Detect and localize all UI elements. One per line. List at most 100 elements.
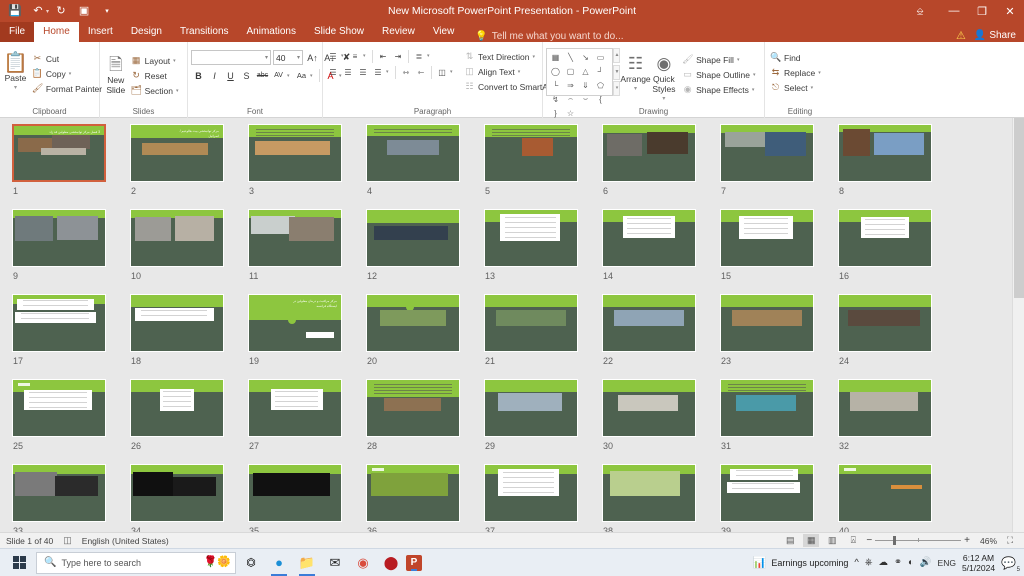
redo-icon[interactable]: ↻	[50, 1, 72, 21]
slide-thumbnail[interactable]	[720, 124, 814, 182]
task-view-icon[interactable]: ⏣	[238, 550, 264, 576]
tell-me-search[interactable]: 💡 Tell me what you want to do...	[463, 31, 623, 42]
shape-right-arrow-icon[interactable]: ⇒	[563, 78, 578, 92]
font-size-input[interactable]: 40 ▾	[273, 50, 303, 65]
shape-triangle-icon[interactable]: △	[578, 64, 593, 78]
vertical-scrollbar[interactable]	[1012, 118, 1024, 532]
font-name-input[interactable]: ▾	[191, 50, 271, 65]
language-label[interactable]: English (United States)	[82, 536, 169, 546]
select-dropdown-icon[interactable]: ▾	[811, 85, 817, 91]
replace-button[interactable]: ⇆ Replace ▾	[768, 65, 826, 80]
slide-thumbnail[interactable]	[602, 124, 696, 182]
shape-left-brace-icon[interactable]: {	[593, 92, 608, 106]
slide-thumbnail[interactable]	[720, 464, 814, 522]
align-right-icon[interactable]: ☰	[356, 65, 370, 79]
slide-thumbnail[interactable]	[130, 379, 224, 437]
tab-transitions[interactable]: Transitions	[171, 22, 238, 42]
zoom-track[interactable]	[875, 536, 962, 545]
shape-oval-icon[interactable]: ◯	[548, 64, 563, 78]
slide-thumbnail[interactable]	[838, 209, 932, 267]
replace-dropdown-icon[interactable]: ▾	[818, 70, 824, 76]
normal-view-button[interactable]: ▤	[782, 534, 798, 547]
slide-thumbnail[interactable]	[484, 209, 578, 267]
bullets-icon[interactable]: ☰	[326, 49, 340, 63]
slide-thumbnail[interactable]	[366, 294, 460, 352]
language-indicator[interactable]: ENG	[938, 558, 956, 568]
notification-center-button[interactable]: 💬 5	[1001, 556, 1020, 573]
justify-dropdown-icon[interactable]: ▾	[386, 69, 392, 75]
shape-rect-icon[interactable]: ▭	[593, 50, 608, 64]
quick-styles-dropdown-icon[interactable]: ▾	[662, 94, 665, 104]
slide-thumbnail[interactable]	[130, 209, 224, 267]
zoom-thumb[interactable]	[893, 536, 897, 545]
slide-thumbnail[interactable]	[720, 209, 814, 267]
slide-thumbnail[interactable]	[484, 124, 578, 182]
numbering-icon[interactable]: ≡	[348, 49, 362, 63]
zoom-level[interactable]: 46%	[975, 536, 997, 546]
cut-button[interactable]: ✂ Cut	[30, 51, 104, 66]
grow-font-icon[interactable]: A↑	[305, 50, 320, 65]
tab-slide-show[interactable]: Slide Show	[305, 22, 373, 42]
shape-textbox-icon[interactable]: ▦	[548, 50, 563, 64]
slide-thumbnail[interactable]	[12, 464, 106, 522]
mail-icon[interactable]: ✉	[322, 550, 348, 576]
change-case-dropdown-icon[interactable]: ▾	[310, 73, 316, 79]
volume-icon[interactable]: 🔊	[920, 557, 932, 568]
slide-thumbnail[interactable]	[602, 464, 696, 522]
shape-fill-dropdown-icon[interactable]: ▾	[737, 57, 743, 63]
file-explorer-icon[interactable]: 📁	[294, 550, 320, 576]
find-button[interactable]: 🔍 Find	[768, 50, 826, 65]
slide-thumbnail[interactable]	[720, 294, 814, 352]
quick-styles-button[interactable]: ◉ Quick Styles ▾	[651, 52, 677, 104]
network-icon[interactable]: ◐	[908, 557, 914, 568]
character-spacing-dropdown-icon[interactable]: ▾	[287, 73, 293, 79]
slide-thumbnail[interactable]: 3 فصل مرکز توانبخشی معلولین قد زاد	[12, 124, 106, 182]
increase-indent-icon[interactable]: ⇥	[391, 49, 405, 63]
slide-thumbnail[interactable]	[366, 379, 460, 437]
opera-icon[interactable]: ⬤	[378, 550, 404, 576]
copy-button[interactable]: 📋 Copy ▾	[30, 66, 104, 81]
bluetooth-icon[interactable]: ⚭	[894, 557, 902, 568]
tab-file[interactable]: File	[0, 22, 35, 42]
tab-animations[interactable]: Animations	[238, 22, 305, 42]
shape-elbow-icon[interactable]: └	[548, 78, 563, 92]
text-direction-dropdown-icon[interactable]: ▾	[533, 54, 539, 60]
align-text-dropdown-icon[interactable]: ▾	[518, 69, 524, 75]
bold-button[interactable]: B	[191, 68, 206, 83]
character-spacing-button[interactable]: AV	[271, 68, 286, 83]
slide-thumbnail[interactable]	[838, 464, 932, 522]
font-name-dropdown-icon[interactable]: ▾	[265, 54, 268, 61]
reading-view-button[interactable]: ▥	[824, 534, 840, 547]
shape-corner-icon[interactable]: ┘	[593, 64, 608, 78]
slide-thumbnail[interactable]	[12, 379, 106, 437]
restore-button[interactable]: ❐	[968, 0, 996, 22]
notes-icon[interactable]: ◫	[63, 535, 72, 546]
slide-thumbnail[interactable]	[838, 294, 932, 352]
rtl-direction-icon[interactable]: ⇽	[414, 65, 428, 79]
slide-sorter-pane[interactable]: 3 فصل مرکز توانبخشی معلولین قد زاد 1 مرکز …	[0, 118, 1024, 532]
minimize-button[interactable]: —	[940, 0, 968, 22]
paste-dropdown-icon[interactable]: ▾	[14, 83, 17, 93]
powerpoint-icon[interactable]: P	[406, 554, 422, 571]
section-dropdown-icon[interactable]: ▾	[176, 88, 182, 94]
ltr-direction-icon[interactable]: ⇿	[399, 65, 413, 79]
slide-thumbnail[interactable]	[248, 124, 342, 182]
align-left-icon[interactable]: ☰	[326, 65, 340, 79]
start-from-beginning-icon[interactable]: ▣	[73, 1, 95, 21]
shape-curve-icon[interactable]: ↯	[548, 92, 563, 106]
shape-outline-button[interactable]: ▭ Shape Outline ▾	[680, 67, 761, 82]
shape-fill-button[interactable]: 🖌 Shape Fill ▾	[680, 52, 761, 67]
slide-thumbnail[interactable]	[12, 209, 106, 267]
slide-thumbnail[interactable]	[484, 464, 578, 522]
zoom-slider[interactable]: − +	[866, 535, 970, 546]
paste-button[interactable]: 📋 Paste ▾	[3, 51, 28, 93]
shape-wave-icon[interactable]: ⌣	[578, 92, 593, 106]
shape-arc-icon[interactable]: ⌢	[563, 92, 578, 106]
slideshow-view-button[interactable]: ⍓	[845, 534, 861, 547]
shape-down-arrow-icon[interactable]: ⇓	[578, 78, 593, 92]
news-widget[interactable]: 📊 Earnings upcoming	[753, 556, 849, 569]
slide-thumbnail[interactable]	[248, 209, 342, 267]
slide-thumbnail[interactable]	[602, 294, 696, 352]
slide-thumbnail[interactable]	[12, 294, 106, 352]
line-spacing-icon[interactable]: ≣	[412, 49, 426, 63]
